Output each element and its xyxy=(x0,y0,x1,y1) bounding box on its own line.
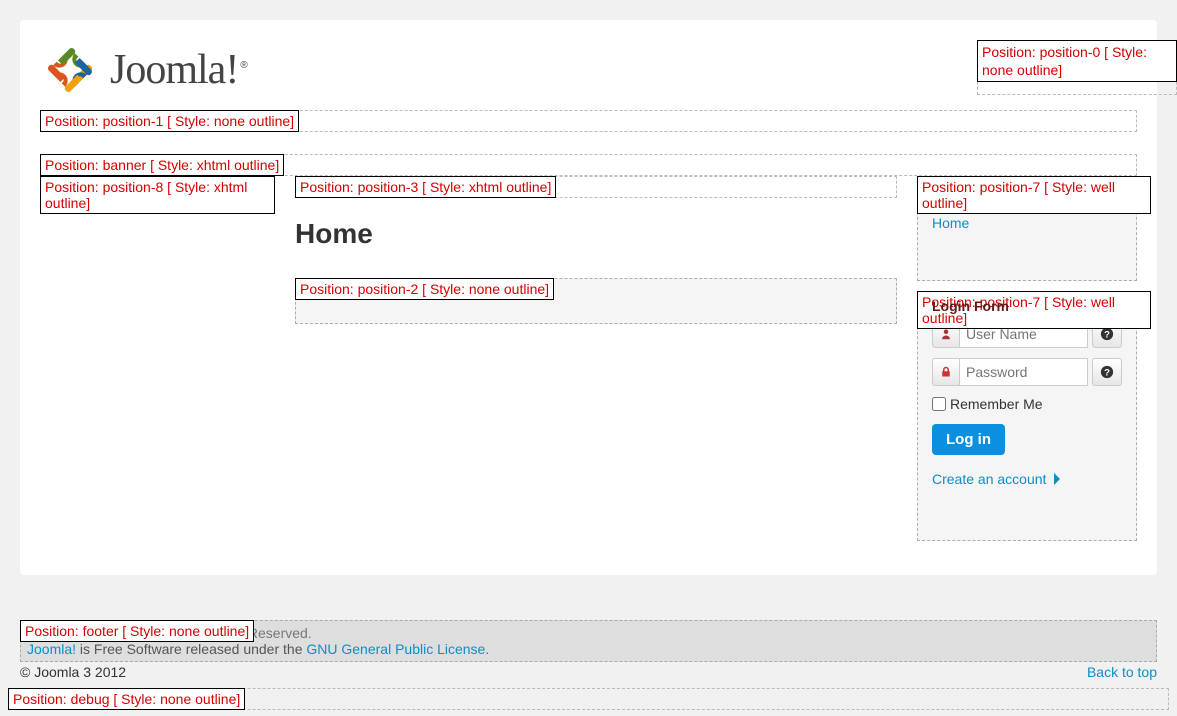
position-1-zone: Position: position-1 [ Style: none outli… xyxy=(40,110,1137,132)
logo-text: Joomla!® xyxy=(110,46,247,94)
password-input[interactable] xyxy=(960,358,1088,386)
password-help-icon[interactable]: ? xyxy=(1092,358,1122,386)
position-debug-label: Position: debug [ Style: none outline] xyxy=(8,688,245,710)
create-account-link[interactable]: Create an account xyxy=(932,471,1122,487)
position-7-main-menu-zone: Position: position-7 [ Style: well outli… xyxy=(917,176,1137,281)
position-0-label: Position: position-0 [ Style: none outli… xyxy=(977,40,1177,82)
position-footer-zone: s Reserved. Joomla! is Free Software rel… xyxy=(20,620,1157,662)
page-title: Home xyxy=(295,218,897,250)
position-7-label-a: Position: position-7 [ Style: well outli… xyxy=(917,176,1151,214)
position-8-zone: Position: position-8 [ Style: xhtml outl… xyxy=(40,176,275,541)
remember-me-label[interactable]: Remember Me xyxy=(932,396,1122,412)
joomla-logo-icon xyxy=(40,40,100,100)
login-form-title: Login Form xyxy=(932,298,1122,314)
footer-free-text: is Free Software released under the xyxy=(76,641,306,657)
copyright-text: © Joomla 3 2012 xyxy=(20,664,126,680)
svg-text:?: ? xyxy=(1104,330,1110,341)
site-logo[interactable]: Joomla!® xyxy=(40,40,1137,100)
menu-home-link[interactable]: Home xyxy=(932,215,969,231)
position-3-label: Position: position-3 [ Style: xhtml outl… xyxy=(295,176,556,198)
footer-reserved-text: s Reserved. xyxy=(237,625,1150,641)
position-2-label: Position: position-2 [ Style: none outli… xyxy=(295,278,554,300)
position-7-login-zone: Position: position-7 [ Style: well outli… xyxy=(917,291,1137,541)
remember-me-checkbox[interactable] xyxy=(932,397,946,411)
position-footer-label: Position: footer [ Style: none outline] xyxy=(20,620,254,642)
position-2-zone: Position: position-2 [ Style: none outli… xyxy=(295,278,897,324)
position-banner-label: Position: banner [ Style: xhtml outline] xyxy=(40,154,284,176)
svg-text:?: ? xyxy=(1104,368,1110,379)
position-1-label: Position: position-1 [ Style: none outli… xyxy=(40,110,299,132)
position-banner-zone: Position: banner [ Style: xhtml outline] xyxy=(40,154,1137,176)
footer-joomla-link[interactable]: Joomla! xyxy=(27,641,76,657)
chevron-right-icon xyxy=(1052,473,1062,485)
lock-icon xyxy=(932,358,960,386)
footer-license-link[interactable]: GNU General Public License. xyxy=(306,641,489,657)
position-0-zone: Position: position-0 [ Style: none outli… xyxy=(977,40,1177,95)
position-8-label: Position: position-8 [ Style: xhtml outl… xyxy=(40,176,275,214)
login-button[interactable]: Log in xyxy=(932,424,1005,455)
position-3-zone: Position: position-3 [ Style: xhtml outl… xyxy=(295,176,897,198)
back-to-top-link[interactable]: Back to top xyxy=(1087,664,1157,680)
position-debug-zone: Position: debug [ Style: none outline] xyxy=(8,688,1169,710)
